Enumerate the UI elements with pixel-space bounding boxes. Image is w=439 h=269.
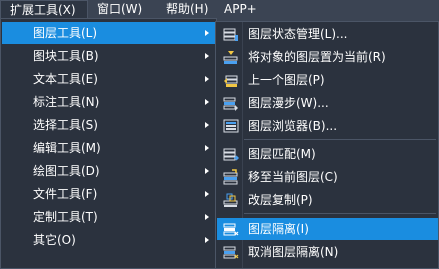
submenu-arrow-icon xyxy=(205,122,209,128)
submenu-item-layer-browser[interactable]: 图层浏览器(B)... xyxy=(217,115,438,137)
menu-item-label: 文本工具(E) xyxy=(33,72,98,86)
menu-item-label: 定制工具(T) xyxy=(33,210,98,224)
submenu-item-label: 图层漫步(W)... xyxy=(248,96,329,110)
submenu-item-make-object-layer-current[interactable]: 将对象的图层置为当前(R) xyxy=(217,46,438,68)
menu-item-draw-tools[interactable]: 绘图工具(D) xyxy=(2,160,215,182)
submenu-item-layer-state-manager[interactable]: 图层状态管理(L)... xyxy=(217,23,438,45)
submenu-item-label: 图层状态管理(L)... xyxy=(248,27,348,41)
submenu-item-label: 将对象的图层置为当前(R) xyxy=(248,50,386,64)
menu-extension-tools[interactable]: 扩展工具(X) xyxy=(0,0,88,18)
submenu-item-label: 图层浏览器(B)... xyxy=(248,119,338,133)
layer-walk-icon xyxy=(223,95,239,111)
previous-layer-icon xyxy=(223,72,239,88)
submenu-separator xyxy=(244,139,436,140)
submenu-arrow-icon xyxy=(205,99,209,105)
copy-to-layer-icon xyxy=(223,192,239,208)
submenu-item-layer-isolate[interactable]: 图层隔离(I) xyxy=(217,218,438,240)
menu-item-label: 图块工具(B) xyxy=(33,49,99,63)
submenu-item-previous-layer[interactable]: 上一个图层(P) xyxy=(217,69,438,91)
submenu-item-label: 移至当前图层(C) xyxy=(248,170,338,184)
menu-item-label: 绘图工具(D) xyxy=(33,164,100,178)
submenu-item-layer-walk[interactable]: 图层漫步(W)... xyxy=(217,92,438,114)
layer-tools-submenu: 图层状态管理(L)... 将对象的图层置为当前(R) 上一个图层(P) 图层漫步… xyxy=(215,21,439,269)
submenu-item-copy-to-layer[interactable]: 改层复制(P) xyxy=(217,189,438,211)
menu-item-file-tools[interactable]: 文件工具(F) xyxy=(2,183,215,205)
submenu-arrow-icon xyxy=(205,145,209,151)
menu-item-label: 选择工具(S) xyxy=(33,118,98,132)
submenu-item-label: 上一个图层(P) xyxy=(248,73,325,87)
menu-item-label: 编辑工具(M) xyxy=(33,141,101,155)
submenu-separator xyxy=(244,213,436,214)
menu-item-label: 标注工具(N) xyxy=(33,95,100,109)
app-window: 扩展工具(X) 窗口(W) 帮助(H) APP+ 图层工具(L) 图块工具(B)… xyxy=(0,0,439,269)
submenu-arrow-icon xyxy=(205,76,209,82)
submenu-item-layer-match[interactable]: 图层匹配(M) xyxy=(217,143,438,165)
menu-item-edit-tools[interactable]: 编辑工具(M) xyxy=(2,137,215,159)
menu-item-label: 其它(O) xyxy=(33,233,76,247)
submenu-item-label: 图层匹配(M) xyxy=(248,147,316,161)
submenu-arrow-icon xyxy=(205,191,209,197)
menu-item-block-tools[interactable]: 图块工具(B) xyxy=(2,45,215,67)
menu-item-label: 文件工具(F) xyxy=(33,187,98,201)
submenu-arrow-icon xyxy=(205,214,209,220)
extension-tools-dropdown: 图层工具(L) 图块工具(B) 文本工具(E) 标注工具(N) 选择工具(S) … xyxy=(0,18,217,269)
submenu-arrow-icon xyxy=(205,168,209,174)
layer-unisolate-icon xyxy=(223,244,239,260)
submenu-arrow-icon xyxy=(205,53,209,59)
submenu-item-label: 取消图层隔离(N) xyxy=(248,245,339,259)
menu-item-selection-tools[interactable]: 选择工具(S) xyxy=(2,114,215,136)
menu-item-custom-tools[interactable]: 定制工具(T) xyxy=(2,206,215,228)
menu-help[interactable]: 帮助(H) xyxy=(157,0,215,18)
menu-item-label: 图层工具(L) xyxy=(33,26,98,40)
menu-window[interactable]: 窗口(W) xyxy=(88,0,157,18)
submenu-item-label: 改层复制(P) xyxy=(248,193,313,207)
submenu-item-move-to-current-layer[interactable]: 移至当前图层(C) xyxy=(217,166,438,188)
menu-item-layer-tools[interactable]: 图层工具(L) xyxy=(2,22,215,44)
layer-match-icon xyxy=(223,146,240,162)
layer-isolate-icon xyxy=(223,221,239,237)
menu-item-other[interactable]: 其它(O) xyxy=(2,229,215,251)
submenu-item-layer-unisolate[interactable]: 取消图层隔离(N) xyxy=(217,241,438,263)
layer-browser-icon xyxy=(223,118,239,134)
menu-item-text-tools[interactable]: 文本工具(E) xyxy=(2,68,215,90)
menu-item-dimension-tools[interactable]: 标注工具(N) xyxy=(2,91,215,113)
make-current-layer-icon xyxy=(223,49,239,65)
submenu-arrow-icon xyxy=(205,237,209,243)
menu-bar: 扩展工具(X) 窗口(W) 帮助(H) APP+ xyxy=(0,0,439,18)
submenu-item-label: 图层隔离(I) xyxy=(248,222,309,236)
layer-state-icon xyxy=(223,26,239,42)
menu-app-plus[interactable]: APP+ xyxy=(215,0,266,18)
move-to-current-layer-icon xyxy=(223,169,239,185)
submenu-arrow-icon xyxy=(205,30,209,36)
